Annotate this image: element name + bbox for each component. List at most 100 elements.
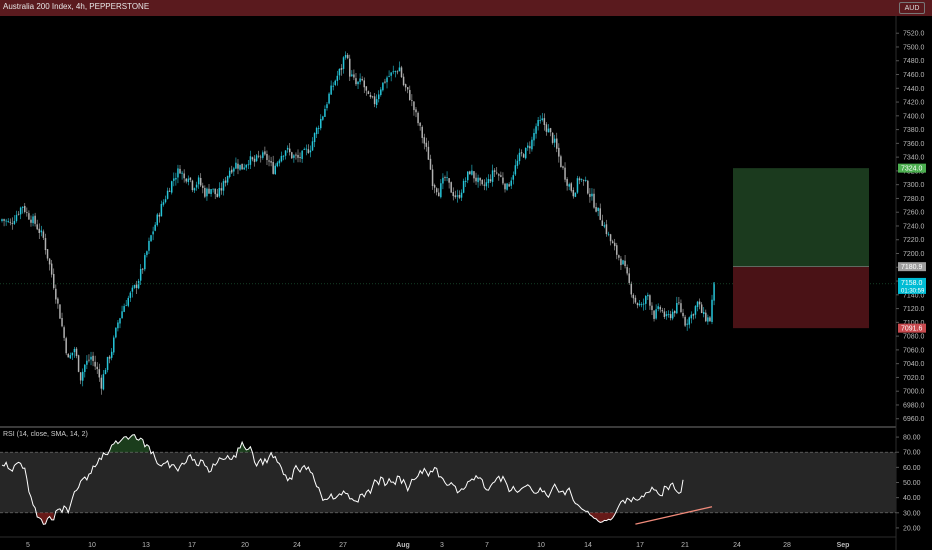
candle-body bbox=[382, 82, 384, 91]
candle-body bbox=[481, 179, 483, 185]
candle-body bbox=[19, 207, 22, 215]
candle-body bbox=[133, 285, 136, 288]
time-tick-label: 10 bbox=[88, 542, 96, 549]
candle-body bbox=[601, 220, 604, 226]
price-tick-label: 7400.0 bbox=[903, 113, 925, 120]
candle-body bbox=[311, 141, 314, 151]
candle-body bbox=[175, 178, 177, 180]
candle-body bbox=[665, 314, 668, 317]
candle-body bbox=[330, 85, 332, 95]
candle-body bbox=[642, 303, 645, 305]
candle-body bbox=[276, 162, 279, 167]
candle-body bbox=[160, 204, 163, 217]
candle-body bbox=[353, 74, 355, 78]
candle-body bbox=[359, 78, 361, 82]
candle-body bbox=[377, 94, 380, 100]
candle-body bbox=[584, 180, 587, 182]
candle-body bbox=[63, 327, 65, 338]
time-tick-label: 14 bbox=[584, 542, 592, 549]
time-tick-label: 17 bbox=[636, 542, 644, 549]
candle-body bbox=[187, 178, 190, 182]
candle-body bbox=[709, 317, 711, 322]
price-tick-label: 7120.0 bbox=[903, 306, 925, 313]
candle-body bbox=[475, 177, 477, 182]
candle-body bbox=[77, 355, 80, 372]
candle-body bbox=[423, 137, 426, 144]
candle-body bbox=[216, 193, 219, 198]
candle-body bbox=[220, 188, 223, 191]
chart-canvas[interactable]: 6960.0 6980.0 7000.0 7020.0 7040.0 7060.0 7080… bbox=[0, 0, 932, 550]
candle-body bbox=[605, 224, 608, 235]
candle-body bbox=[253, 158, 256, 162]
candle-body bbox=[88, 359, 90, 361]
rsi-tick-label: 60.00 bbox=[903, 465, 921, 472]
position-stop-zone[interactable] bbox=[733, 266, 869, 329]
candle-body bbox=[212, 188, 214, 190]
candle-body bbox=[402, 76, 405, 86]
candle-body bbox=[661, 310, 664, 312]
candle-body bbox=[553, 138, 556, 143]
candle-body bbox=[3, 219, 5, 221]
candle-body bbox=[483, 184, 486, 186]
price-tick-label: 7440.0 bbox=[903, 86, 925, 93]
candle-body bbox=[7, 221, 9, 222]
candle-body bbox=[183, 173, 185, 179]
candle-body bbox=[469, 171, 471, 175]
candle-body bbox=[152, 231, 154, 235]
price-tick-label: 7500.0 bbox=[903, 44, 925, 51]
candle-body bbox=[139, 268, 142, 281]
price-tick-label: 7520.0 bbox=[903, 31, 925, 38]
candle-body bbox=[576, 178, 579, 193]
rsi-indicator-title[interactable]: RSI (14, close, SMA, 14, 2) bbox=[3, 431, 88, 438]
candle-body bbox=[168, 190, 171, 192]
candle-body bbox=[30, 219, 32, 223]
candle-body bbox=[707, 317, 709, 322]
candle-body bbox=[651, 305, 653, 310]
candle-body bbox=[551, 132, 554, 143]
candle-body bbox=[489, 179, 492, 182]
candle-body bbox=[202, 185, 204, 188]
candle-body bbox=[309, 150, 312, 153]
candle-body bbox=[504, 183, 506, 190]
candle-body bbox=[570, 183, 572, 191]
candle-body bbox=[655, 309, 657, 319]
candle-body bbox=[24, 205, 26, 212]
position-target-zone[interactable] bbox=[733, 168, 869, 267]
candle-body bbox=[59, 304, 61, 319]
candle-body bbox=[392, 71, 394, 73]
candle-body bbox=[363, 80, 365, 88]
candle-body bbox=[92, 355, 94, 361]
candle-body bbox=[458, 194, 461, 198]
candle-body bbox=[195, 184, 198, 188]
candle-body bbox=[357, 81, 359, 85]
candle-body bbox=[127, 297, 130, 306]
candle-body bbox=[471, 170, 473, 175]
candle-body bbox=[690, 314, 693, 319]
candle-body bbox=[502, 177, 504, 184]
entry-price-label: 7180.9 bbox=[901, 264, 923, 271]
candle-body bbox=[440, 183, 442, 198]
price-tick-label: 7280.0 bbox=[903, 196, 925, 203]
candle-body bbox=[9, 221, 12, 223]
candle-body bbox=[595, 207, 597, 212]
candle-body bbox=[210, 189, 212, 194]
candle-body bbox=[578, 178, 581, 181]
candle-body bbox=[512, 175, 515, 180]
candle-body bbox=[498, 174, 500, 176]
candle-body bbox=[539, 120, 541, 122]
candle-body bbox=[692, 314, 695, 316]
candle-body bbox=[485, 182, 488, 187]
candle-body bbox=[57, 298, 59, 304]
candle-body bbox=[297, 155, 299, 158]
candle-body bbox=[462, 180, 465, 193]
candle-body bbox=[90, 356, 92, 360]
candle-body bbox=[634, 297, 637, 303]
price-tick-label: 6960.0 bbox=[903, 416, 925, 423]
candle-body bbox=[400, 67, 403, 78]
price-tick-label: 7260.0 bbox=[903, 210, 925, 217]
candle-body bbox=[241, 163, 243, 170]
candle-body bbox=[270, 161, 272, 163]
candle-body bbox=[164, 199, 167, 203]
candle-body bbox=[170, 181, 173, 193]
candle-body bbox=[638, 303, 641, 306]
